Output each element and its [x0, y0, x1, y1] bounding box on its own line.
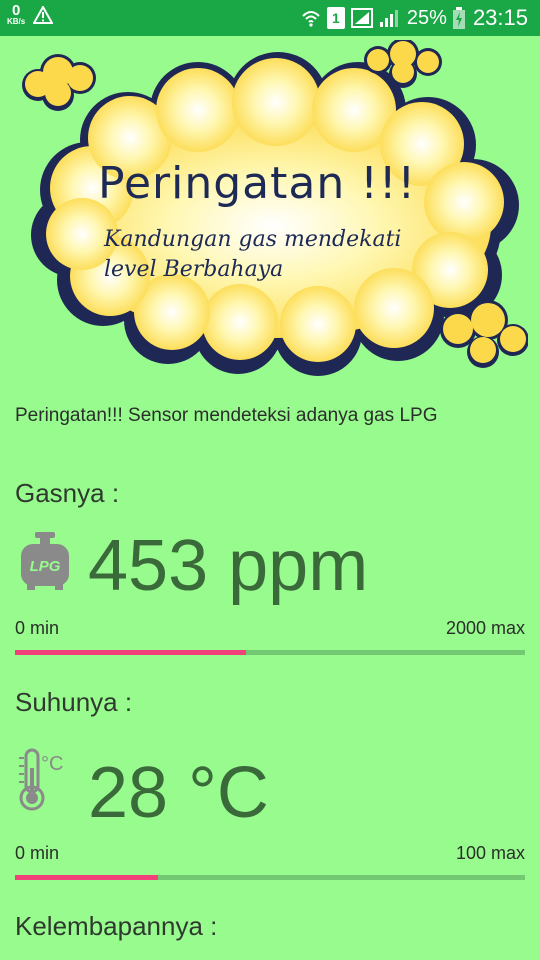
- battery-percent: 25%: [406, 6, 447, 29]
- warning-message: Peringatan!!! Sensor mendeteksi adanya g…: [15, 405, 438, 426]
- temperature-label: Suhunya :: [15, 687, 133, 717]
- gas-scale-max: 2000 max: [445, 618, 525, 638]
- temperature-scale-max: 100 max: [455, 843, 525, 863]
- network-speed-indicator: 0 KB/s: [7, 3, 25, 26]
- status-bar-left: 0 KB/s: [7, 3, 54, 26]
- banner-subtitle-line1: Kandungan gas mendekati: [104, 227, 402, 252]
- network-speed-value: 0: [11, 2, 21, 19]
- thermometer-unit-label: °C: [41, 753, 63, 775]
- gas-value: 453 ppm: [88, 526, 369, 606]
- banner-title: Peringatan !!!: [98, 158, 417, 209]
- status-bar: 0 KB/s 1 25% 23:15: [0, 0, 540, 36]
- network-speed-unit: KB/s: [7, 17, 26, 26]
- warning-banner: Peringatan !!! Kandungan gas mendekati l…: [18, 40, 528, 380]
- clock: 23:15: [472, 5, 528, 30]
- wifi-icon: [302, 11, 320, 27]
- signal-strength-icon: [350, 8, 373, 28]
- warning-notification-icon: [33, 5, 54, 24]
- lpg-tank-icon: LPG: [17, 532, 73, 595]
- humidity-label: Kelembapannya :: [15, 911, 218, 941]
- gas-progress-fill: [15, 650, 246, 655]
- sim-card-icon: 1: [326, 7, 345, 29]
- cloud-banner-image: [22, 40, 528, 376]
- banner-subtitle-line2: level Berbahaya: [104, 257, 284, 282]
- gas-label: Gasnya :: [15, 478, 120, 508]
- gas-progress-bar: [15, 650, 525, 655]
- signal-strength-secondary-icon: [379, 10, 398, 27]
- temperature-scale-min: 0 min: [15, 843, 60, 863]
- battery-charging-icon: [452, 7, 465, 29]
- temperature-value: 28 °C: [88, 753, 269, 833]
- temperature-progress-bar: [15, 875, 525, 880]
- gas-scale-min: 0 min: [15, 618, 60, 638]
- temperature-progress-fill: [15, 875, 158, 880]
- thermometer-icon: °C: [17, 748, 75, 817]
- status-bar-right: 1 25% 23:15: [301, 0, 528, 36]
- lpg-icon-label: LPG: [30, 558, 61, 575]
